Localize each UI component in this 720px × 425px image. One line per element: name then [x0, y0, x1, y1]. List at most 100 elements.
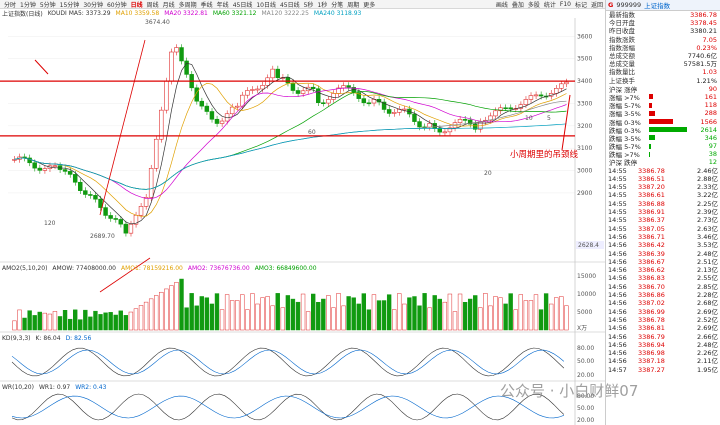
- volume-tick-label: 5000: [577, 309, 592, 316]
- tick-price: 3387.02: [638, 299, 665, 308]
- kdj-tick-label: 20.00: [577, 372, 594, 379]
- volume-legend: AMO2(5,10,20) AMOW: 77408000.00 AMO1: 7815…: [0, 264, 560, 273]
- breadth-bar: [649, 102, 652, 108]
- tick-row: 14:55 3386.88 2.25亿: [608, 200, 718, 208]
- wr-legend: WR(10,20) WR1: 0.97 WR2: 0.43: [0, 383, 560, 392]
- tick-row: 14:56 3386.42 3.53亿: [608, 241, 718, 249]
- cycle-marker-label: 10: [525, 115, 533, 122]
- tick-amount: 3.22亿: [697, 191, 718, 200]
- price-tick-label: 3000: [577, 168, 592, 175]
- indicator-legend-item: WR1: 0.97: [38, 384, 71, 391]
- candle-body: [12, 159, 17, 161]
- tick-amount: 3.53亿: [697, 241, 718, 250]
- tick-row: 14:56 3386.67 2.51亿: [608, 258, 718, 266]
- candle-body: [42, 168, 48, 171]
- indicator-legend-item: K: 86.04: [35, 335, 61, 342]
- tick-row: 14:56 3387.18 2.11亿: [608, 357, 718, 365]
- tick-amount: 2.73亿: [697, 216, 718, 225]
- tick-time: 14:55: [608, 216, 627, 225]
- volume-tick-label: X万: [577, 325, 587, 332]
- candle-body: [290, 82, 296, 91]
- candle-body: [148, 168, 154, 198]
- tick-amount: 2.88亿: [697, 174, 718, 183]
- quote-rows: 最新指数 3386.78 今日开盘 3378.45 昨日收盘 3380.21 指数涨跌 7.0…: [606, 11, 720, 85]
- candle-body: [331, 93, 336, 100]
- tick-price: 3386.83: [638, 274, 665, 283]
- tick-amount: 2.63亿: [697, 224, 718, 233]
- cycle-marker-label: 60: [308, 129, 316, 136]
- candle-body: [113, 218, 118, 220]
- cycle-marker-label: 5: [547, 115, 551, 122]
- candle-body: [310, 86, 316, 90]
- candle-body: [528, 95, 534, 100]
- tick-amount: 2.11亿: [697, 357, 718, 366]
- candle-body: [270, 68, 275, 79]
- breadth-value: 1566: [700, 117, 717, 126]
- tick-row: 14:56 3386.99 2.69亿: [608, 308, 718, 316]
- tick-amount: 2.85亿: [697, 282, 718, 291]
- price-tick-label: 2900: [577, 190, 592, 197]
- candle-body: [341, 85, 346, 89]
- indicator-legend-item: WR(10,20): [2, 384, 34, 391]
- tick-amount: 1.95亿: [697, 365, 718, 374]
- tick-price: 3386.91: [638, 208, 665, 217]
- kdj-tick-label: 80.00: [577, 345, 594, 352]
- candle-body: [533, 94, 539, 97]
- tick-time: 14:55: [608, 199, 627, 208]
- tick-amount: 2.55亿: [697, 274, 718, 283]
- candle-body: [523, 99, 529, 106]
- tick-amount: 2.52亿: [697, 315, 718, 324]
- quote-row: 指数涨跌 7.05: [606, 36, 720, 44]
- candle-body: [153, 138, 159, 169]
- candle-body: [300, 90, 306, 94]
- quote-row: 最新指数 3386.78: [606, 11, 720, 19]
- candle-body: [366, 102, 372, 105]
- candle-body: [346, 85, 351, 88]
- tick-row: 14:55 3387.05 2.63亿: [608, 225, 718, 233]
- high-label: 3674.40: [145, 19, 170, 26]
- quote-row: 指数涨幅 0.23%: [606, 44, 720, 52]
- quote-key: 昨日收盘: [609, 27, 635, 36]
- tick-price: 3386.37: [638, 216, 665, 225]
- cycle-marker-label: 120: [44, 220, 56, 227]
- indicator-legend-item: KD(9,3,3): [2, 335, 31, 342]
- quote-value: 3380.21: [690, 27, 717, 36]
- tick-row: 14:56 3387.02 2.68亿: [608, 299, 718, 307]
- candle-body: [361, 98, 367, 104]
- tick-list[interactable]: 14:55 3386.78 2.46亿 14:55 3386.51 2.88亿 14:55 3…: [606, 167, 720, 374]
- tick-amount: 2.48亿: [697, 340, 718, 349]
- candle-body: [260, 85, 265, 90]
- tick-amount: 2.48亿: [697, 249, 718, 258]
- candle-body: [255, 88, 260, 91]
- breadth-value: 38: [708, 150, 717, 159]
- candle-body: [437, 128, 443, 133]
- breadth-distribution: 沪深 涨停 90 涨幅 >7% 161 涨幅 5-7% 118 涨幅 3-5% 288 涨幅 0…: [606, 85, 720, 168]
- kdj-tick-label: 50.00: [577, 358, 594, 365]
- g-badge: G: [608, 1, 614, 9]
- quote-row: 总成交额 7740.6亿: [606, 52, 720, 60]
- tick-time: 14:56: [608, 241, 627, 250]
- tick-time: 14:56: [608, 249, 627, 258]
- candle-body: [326, 99, 331, 104]
- candle-body: [52, 165, 58, 167]
- indicator-legend-item: AMO3: 66849600.00: [254, 265, 317, 272]
- index-title[interactable]: 上证指数: [644, 0, 670, 10]
- kline-chart[interactable]: 3600 3500 3400 3300 3200 3100 3000 2900 3674.40 2…: [0, 0, 605, 425]
- breadth-bar: [649, 151, 650, 157]
- candle-body: [391, 112, 397, 114]
- tick-time: 14:56: [608, 332, 627, 341]
- candle-body: [159, 109, 164, 140]
- tick-row: 14:55 3386.37 2.73亿: [608, 216, 718, 224]
- quote-value: 57581.5万: [683, 60, 717, 69]
- price-tick-label: 3100: [577, 145, 592, 152]
- candle-body: [67, 171, 73, 175]
- kdj-legend: KD(9,3,3) K: 86.04 D: 82.56: [0, 334, 560, 343]
- low-label: 2689.70: [90, 233, 115, 240]
- candle-body: [457, 119, 463, 123]
- volume-tick-label: 15000: [577, 273, 596, 280]
- candle-body: [503, 107, 508, 110]
- candle-body: [295, 90, 301, 94]
- candle-body: [508, 107, 513, 110]
- breadth-bar: [649, 119, 673, 125]
- tick-row: 14:56 3386.81 2.69亿: [608, 324, 718, 332]
